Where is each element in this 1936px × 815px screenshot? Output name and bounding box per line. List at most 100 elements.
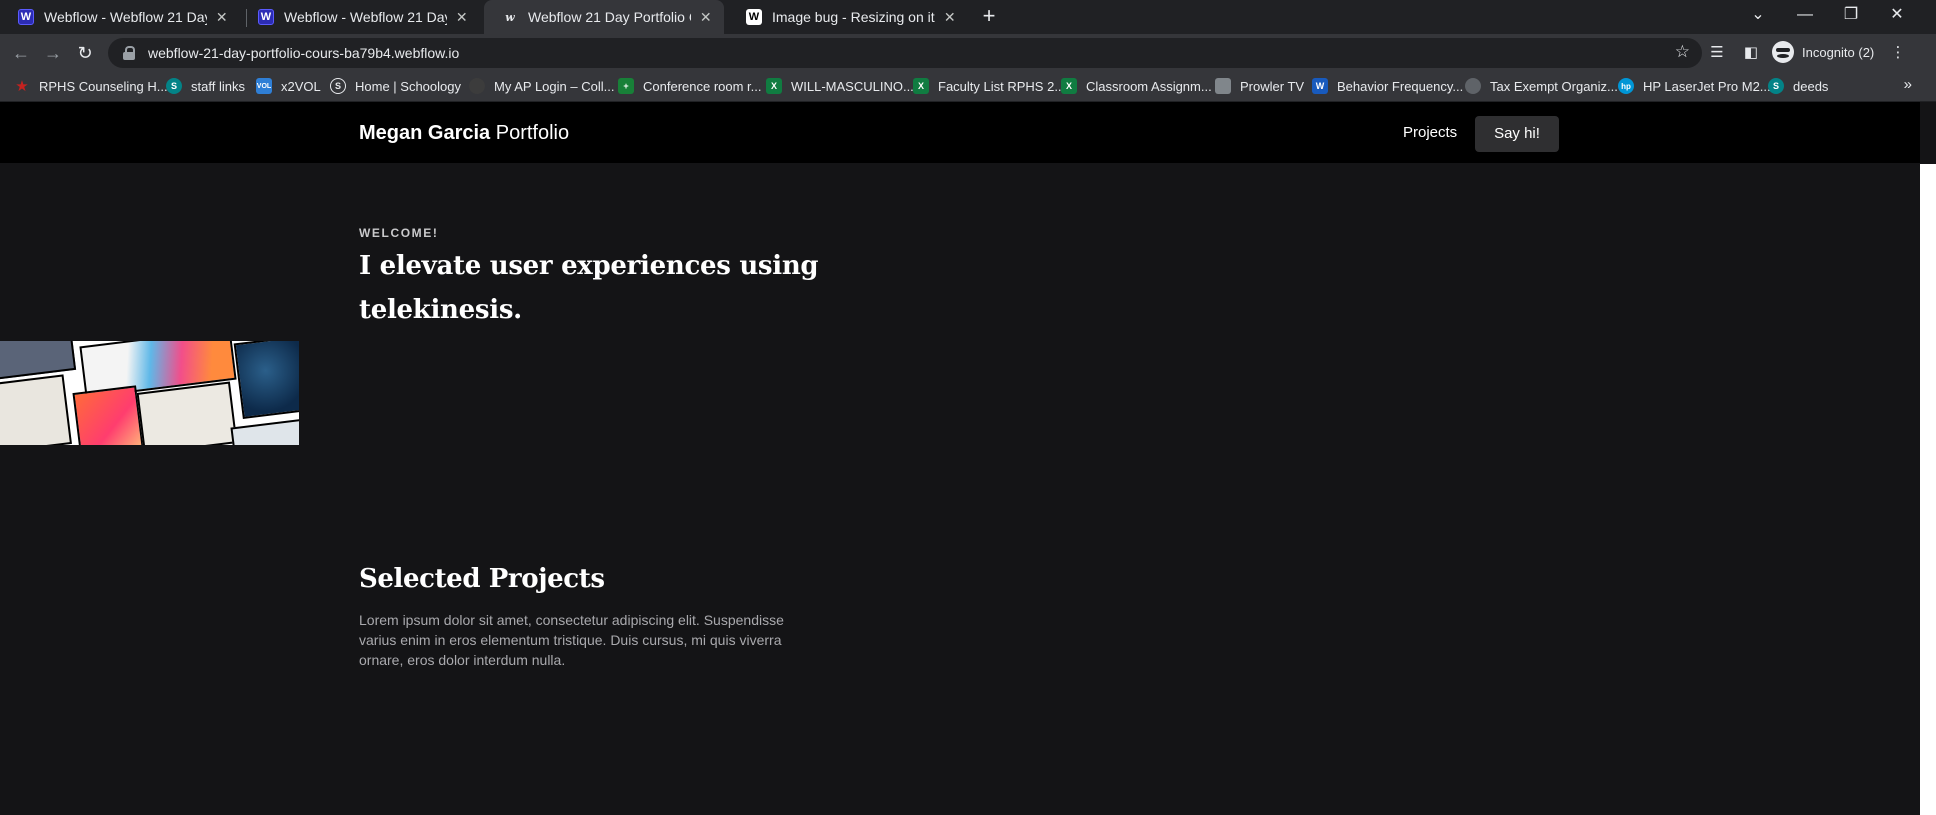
back-arrow-icon[interactable]: ←	[8, 40, 34, 66]
browser-tab-2[interactable]: W Webflow - Webflow 21 Day Portfolio ✕	[240, 0, 480, 34]
browser-tab-strip: W Webflow - Webflow 21 Day Portfolio ✕ W…	[0, 0, 1936, 34]
webflow-w-icon: w	[505, 10, 515, 24]
close-tab-icon[interactable]: ✕	[697, 9, 714, 26]
globe-icon	[1465, 78, 1481, 94]
forward-arrow-icon[interactable]: →	[40, 40, 66, 66]
bookmark-label: WILL-MASCULINO...	[791, 78, 914, 94]
page-scrollbar[interactable]	[1920, 102, 1936, 815]
bookmark-item[interactable]: X WILL-MASCULINO...	[766, 77, 914, 95]
tab-title: Webflow 21 Day Portfolio Course	[528, 9, 691, 25]
hero-eyebrow: WELCOME!	[359, 226, 439, 240]
google-sheets-icon: +	[618, 78, 634, 94]
bookmark-item[interactable]: X Classroom Assignm...	[1061, 77, 1212, 95]
tab-search-chevron-icon[interactable]: ⌄	[1735, 0, 1781, 34]
bookmark-label: Tax Exempt Organiz...	[1490, 78, 1618, 94]
collage-tile	[0, 341, 77, 380]
bookmark-label: Conference room r...	[643, 78, 762, 94]
bookmark-item[interactable]: W Behavior Frequency...	[1312, 77, 1463, 95]
star-icon: ★	[15, 78, 29, 95]
bookmark-label: Home | Schoology	[355, 78, 461, 94]
collage-tile	[0, 374, 72, 445]
browser-menu-icon[interactable]: ⋮	[1888, 40, 1908, 66]
bookmark-star-icon[interactable]: ☆	[1675, 42, 1690, 62]
x2vol-icon: VOL	[256, 78, 272, 94]
new-tab-button[interactable]: +	[976, 4, 1002, 30]
incognito-profile-button[interactable]: Incognito (2)	[1772, 39, 1874, 65]
address-bar[interactable]: webflow-21-day-portfolio-cours-ba79b4.we…	[108, 38, 1702, 68]
selected-projects-heading: Selected Projects	[359, 564, 605, 594]
hero-heading: I elevate user experiences using telekin…	[359, 251, 819, 325]
bookmark-item[interactable]: X Faculty List RPHS 2...	[913, 77, 1065, 95]
portfolio-collage-image	[0, 341, 299, 445]
sharepoint-icon: S	[1768, 78, 1784, 94]
bookmark-label: Faculty List RPHS 2...	[938, 78, 1066, 94]
url-text[interactable]: webflow-21-day-portfolio-cours-ba79b4.we…	[148, 45, 459, 61]
webflow-w-icon: W	[258, 9, 274, 25]
selected-projects-description: Lorem ipsum dolor sit amet, consectetur …	[359, 612, 784, 668]
tab-title: Webflow - Webflow 21 Day Portfolio	[284, 9, 447, 25]
bookmark-label: staff links	[191, 78, 245, 94]
browser-toolbar: ← → ↻ webflow-21-day-portfolio-cours-ba7…	[0, 34, 1936, 70]
close-window-icon[interactable]: ✕	[1874, 0, 1920, 34]
scrollbar-thumb[interactable]	[1920, 164, 1936, 815]
brand-name: Megan Garcia	[359, 122, 491, 144]
tab-title: Webflow - Webflow 21 Day Portfolio	[44, 9, 207, 25]
bookmark-label: Classroom Assignm...	[1086, 78, 1212, 94]
more-bookmarks-icon[interactable]: »	[1904, 76, 1912, 93]
webflow-w-icon: W	[746, 9, 762, 25]
bookmark-item[interactable]: S Home | Schoology	[330, 77, 461, 95]
minimize-window-icon[interactable]: —	[1782, 0, 1828, 34]
tv-icon	[1215, 78, 1231, 94]
tab-title: Image bug - Resizing on its own	[772, 9, 935, 25]
word-icon: W	[1312, 78, 1328, 94]
reload-icon[interactable]: ↻	[72, 40, 98, 66]
bookmark-label: Prowler TV	[1240, 78, 1305, 94]
bookmark-item[interactable]: S deeds	[1768, 77, 1828, 95]
browser-tab-1[interactable]: W Webflow - Webflow 21 Day Portfolio ✕	[0, 0, 240, 34]
close-tab-icon[interactable]: ✕	[213, 9, 230, 26]
close-tab-icon[interactable]: ✕	[453, 9, 470, 26]
bookmark-item[interactable]: + Conference room r...	[618, 77, 762, 95]
lock-icon	[122, 46, 136, 60]
schoology-icon: S	[330, 78, 346, 94]
bookmark-label: deeds	[1793, 78, 1829, 94]
bookmark-item[interactable]: Tax Exempt Organiz...	[1465, 77, 1618, 95]
browser-tab-4[interactable]: W Image bug - Resizing on its own ✕	[728, 0, 968, 34]
say-hi-button[interactable]: Say hi!	[1475, 116, 1559, 152]
site-navbar: Megan Garcia Portfolio Projects Say hi!	[0, 102, 1920, 163]
college-board-icon	[469, 78, 485, 94]
side-panel-icon[interactable]: ◧	[1738, 40, 1764, 66]
browser-tab-3-active[interactable]: w Webflow 21 Day Portfolio Course ✕	[484, 0, 724, 34]
collage-tile	[233, 341, 299, 419]
brand-suffix: Portfolio	[490, 122, 570, 144]
bookmark-label: My AP Login – Coll...	[494, 78, 615, 94]
bookmark-label: RPHS Counseling H...	[39, 78, 168, 94]
bookmark-item[interactable]: S staff links	[166, 77, 245, 95]
incognito-label: Incognito (2)	[1802, 44, 1875, 60]
close-tab-icon[interactable]: ✕	[941, 9, 958, 26]
bookmark-label: HP LaserJet Pro M2...	[1643, 78, 1771, 94]
web-page: Megan Garcia Portfolio Projects Say hi! …	[0, 102, 1920, 815]
nav-projects-link[interactable]: Projects	[1403, 124, 1457, 141]
bookmark-item[interactable]: My AP Login – Coll...	[469, 77, 614, 95]
site-brand-link[interactable]: Megan Garcia Portfolio	[359, 122, 569, 145]
bookmark-item[interactable]: VOL x2VOL	[256, 77, 321, 95]
excel-icon: X	[913, 78, 929, 94]
excel-icon: X	[1061, 78, 1077, 94]
bookmark-item[interactable]: Prowler TV	[1215, 77, 1304, 95]
bookmark-item[interactable]: ★ RPHS Counseling H...	[14, 77, 168, 95]
bookmark-item[interactable]: hp HP LaserJet Pro M2...	[1618, 77, 1771, 95]
reading-list-icon[interactable]: ☰	[1704, 40, 1730, 66]
sharepoint-icon: S	[166, 78, 182, 94]
bookmark-label: x2VOL	[281, 78, 321, 94]
collage-tile	[136, 381, 238, 445]
hp-icon: hp	[1618, 78, 1634, 94]
bookmarks-bar: ★ RPHS Counseling H... S staff links VOL…	[0, 70, 1936, 102]
webflow-w-icon: W	[18, 9, 34, 25]
bookmark-label: Behavior Frequency...	[1337, 78, 1464, 94]
restore-window-icon[interactable]: ❐	[1828, 0, 1874, 34]
collage-tile	[230, 418, 299, 445]
incognito-icon	[1772, 41, 1794, 63]
collage-tile	[72, 385, 144, 445]
excel-icon: X	[766, 78, 782, 94]
